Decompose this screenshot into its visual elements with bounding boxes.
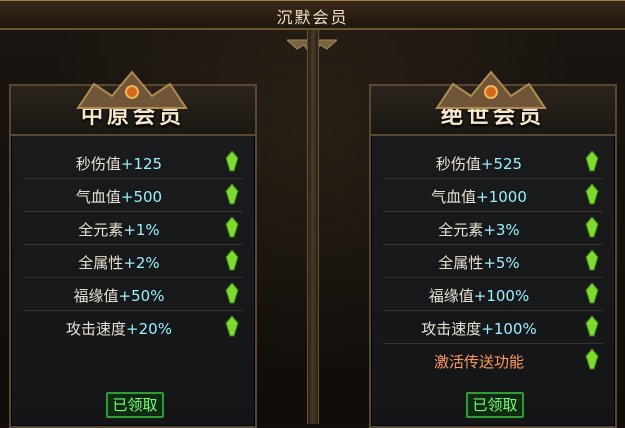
stat-name: 气血值 xyxy=(431,188,477,206)
green-gem-icon xyxy=(585,150,599,172)
stat-row: 全属性+2% xyxy=(23,245,243,278)
stat-row: 全元素+3% xyxy=(383,212,603,245)
title-bar: 沉默会员 xyxy=(0,0,625,30)
stat-value: +20% xyxy=(126,320,172,338)
stat-row: 攻击速度+100% xyxy=(383,311,603,344)
panel-divider xyxy=(307,30,319,424)
green-gem-icon xyxy=(585,216,599,238)
stat-value: +100% xyxy=(473,287,530,305)
green-gem-icon xyxy=(585,348,599,370)
stat-row: 激活传送功能 xyxy=(383,344,603,376)
stat-row: 秒伤值+125 xyxy=(23,146,243,179)
green-gem-icon xyxy=(225,249,239,271)
stat-row: 秒伤值+525 xyxy=(383,146,603,179)
stat-label: 气血值+1000 xyxy=(383,186,575,207)
stat-label: 福缘值+100% xyxy=(383,285,575,306)
stat-label: 激活传送功能 xyxy=(383,351,575,372)
stat-name: 攻击速度 xyxy=(66,320,127,338)
stat-row: 气血值+500 xyxy=(23,179,243,212)
stat-value: +100% xyxy=(481,320,537,338)
window-title: 沉默会员 xyxy=(276,8,349,27)
stat-value: +500 xyxy=(120,188,163,206)
stat-name: 气血值 xyxy=(75,188,121,206)
stat-value: +5% xyxy=(483,254,520,272)
stat-name: 全属性 xyxy=(438,254,484,272)
stat-row: 福缘值+100% xyxy=(383,278,603,311)
stat-value: +125 xyxy=(120,155,163,173)
claimed-button[interactable]: 已领取 xyxy=(106,392,164,418)
stat-name: 全属性 xyxy=(78,254,124,272)
stat-name: 全元素 xyxy=(78,221,124,239)
green-gem-icon xyxy=(585,315,599,337)
stat-label: 攻击速度+100% xyxy=(383,318,575,339)
stat-name: 秒伤值 xyxy=(435,155,481,173)
stat-value: +3% xyxy=(483,221,520,239)
stat-label: 气血值+500 xyxy=(23,186,215,207)
stat-value: +1000 xyxy=(476,188,527,206)
green-gem-icon xyxy=(585,183,599,205)
stat-name: 秒伤值 xyxy=(75,155,121,173)
membership-card-jueshi: 绝世会员 秒伤值+525 气血值+1000 全元素+3% 全属性+5% 福缘值+… xyxy=(369,84,617,428)
stat-name: 福缘值 xyxy=(428,287,474,305)
stat-row: 全属性+5% xyxy=(383,245,603,278)
stat-value: +525 xyxy=(480,155,523,173)
stat-list: 秒伤值+525 气血值+1000 全元素+3% 全属性+5% 福缘值+100% … xyxy=(383,146,603,376)
membership-window: 沉默会员 中原会员 秒伤值+125 气血值+500 全元素+1% 全属性+2% … xyxy=(0,0,625,428)
green-gem-icon xyxy=(225,315,239,337)
stat-row: 攻击速度+20% xyxy=(23,311,243,343)
stat-name: 全元素 xyxy=(438,221,484,239)
green-gem-icon xyxy=(225,150,239,172)
stat-value: +1% xyxy=(123,221,160,239)
stat-name: 攻击速度 xyxy=(421,320,482,338)
stat-value: +2% xyxy=(123,254,160,272)
stat-row: 全元素+1% xyxy=(23,212,243,245)
stat-list: 秒伤值+125 气血值+500 全元素+1% 全属性+2% 福缘值+50% 攻击… xyxy=(23,146,243,343)
green-gem-icon xyxy=(585,282,599,304)
green-gem-icon xyxy=(225,282,239,304)
stat-label: 全元素+3% xyxy=(383,219,575,240)
stat-label: 全元素+1% xyxy=(23,219,215,240)
membership-card-zhongyuan: 中原会员 秒伤值+125 气血值+500 全元素+1% 全属性+2% 福缘值+5… xyxy=(9,84,257,428)
stat-label: 秒伤值+525 xyxy=(383,153,575,174)
stat-name: 福缘值 xyxy=(73,287,119,305)
stat-row: 气血值+1000 xyxy=(383,179,603,212)
stat-value: +50% xyxy=(118,287,165,305)
stat-label: 全属性+5% xyxy=(383,252,575,273)
claimed-button[interactable]: 已领取 xyxy=(466,392,524,418)
golden-crown-ornament-icon xyxy=(76,70,188,109)
green-gem-icon xyxy=(225,183,239,205)
green-gem-icon xyxy=(585,249,599,271)
stat-label: 秒伤值+125 xyxy=(23,153,215,174)
stat-label: 攻击速度+20% xyxy=(23,318,215,339)
stat-name: 激活传送功能 xyxy=(433,353,524,371)
stat-label: 福缘值+50% xyxy=(23,285,215,306)
golden-crown-ornament-icon xyxy=(435,70,547,109)
green-gem-icon xyxy=(225,216,239,238)
stat-row: 福缘值+50% xyxy=(23,278,243,311)
stat-label: 全属性+2% xyxy=(23,252,215,273)
